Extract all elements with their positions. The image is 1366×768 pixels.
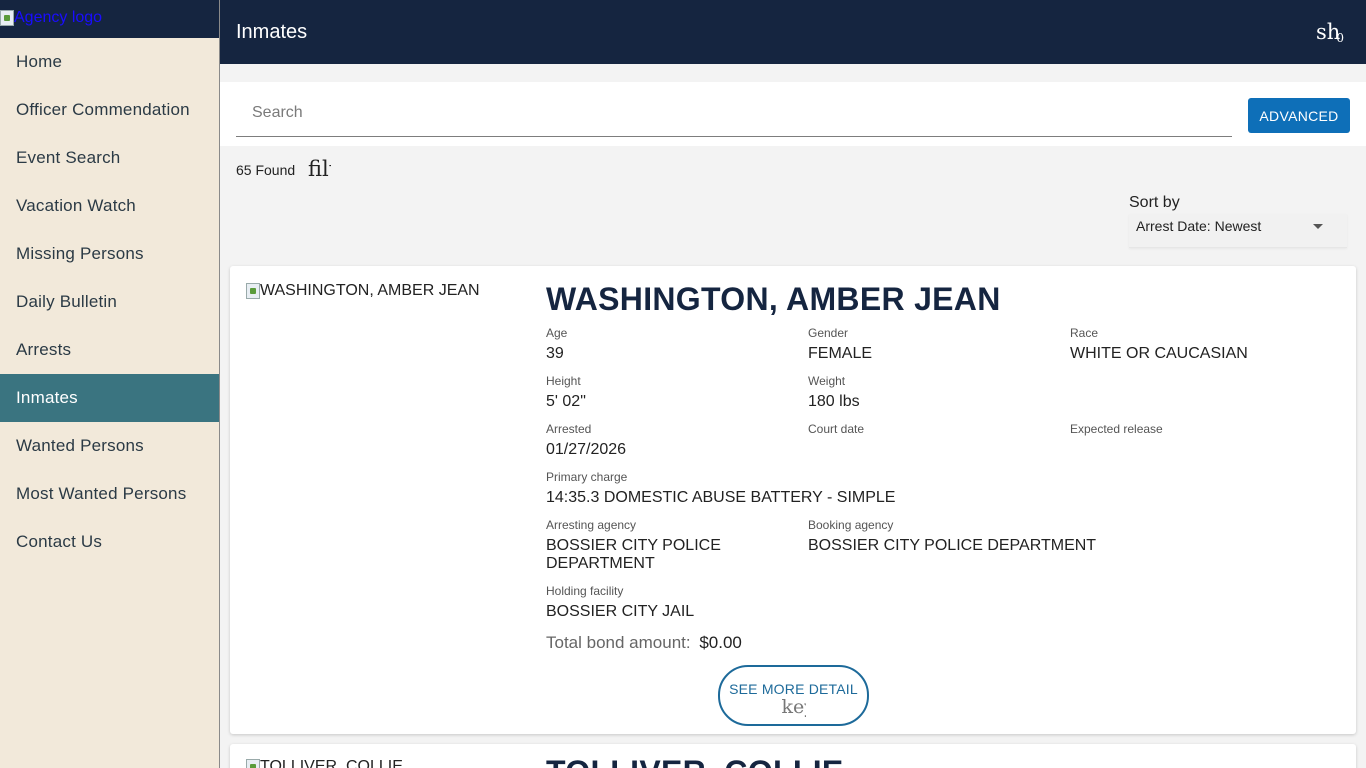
sidebar-item-missing-persons[interactable]: Missing Persons (0, 230, 219, 278)
filter-icon[interactable]: filter_list (308, 157, 331, 181)
booking-agency-value: BOSSIER CITY POLICE DEPARTMENT (808, 537, 1097, 554)
height-field: Height 5' 02" (546, 374, 796, 411)
sidebar-item-vacation-watch[interactable]: Vacation Watch (0, 182, 219, 230)
arrested-label: Arrested (546, 422, 592, 436)
expected-release-field: Expected release (1070, 422, 1320, 441)
primary-charge-label: Primary charge (546, 470, 628, 484)
inmate-photo-alt-text: TOLLIVER, COLLIE (260, 758, 403, 768)
total-bond-value: $0.00 (699, 633, 742, 652)
search-input[interactable] (236, 90, 1232, 137)
sidebar-item-contact-us[interactable]: Contact Us (0, 518, 219, 566)
weight-label: Weight (808, 374, 846, 388)
gender-label: Gender (808, 326, 849, 340)
top-bar: Inmates shopping_cart 0 (220, 0, 1366, 64)
age-label: Age (546, 326, 568, 340)
see-more-detail-label: SEE MORE DETAIL (729, 681, 858, 697)
booking-agency-field: Booking agency BOSSIER CITY POLICE DEPAR… (808, 518, 1228, 555)
broken-image-icon (246, 759, 260, 768)
race-field: Race WHITE OR CAUCASIAN (1070, 326, 1320, 363)
sidebar: Agency logo Home Officer Commendation Ev… (0, 0, 220, 768)
agency-logo-alt-text: Agency logo (14, 9, 103, 26)
total-bond-label: Total bond amount: (546, 633, 691, 652)
primary-charge-field: Primary charge 14:35.3 DOMESTIC ABUSE BA… (546, 470, 1246, 507)
sidebar-item-arrests[interactable]: Arrests (0, 326, 219, 374)
agency-logo[interactable]: Agency logo (0, 9, 102, 27)
height-label: Height (546, 374, 581, 388)
sort-selected-value: Arrest Date: Newest (1136, 218, 1262, 234)
arresting-agency-label: Arresting agency (546, 518, 637, 532)
booking-agency-label: Booking agency (808, 518, 894, 532)
sort-control: Sort by Arrest Date: Newest (1122, 192, 1348, 254)
race-label: Race (1070, 326, 1099, 340)
sidebar-item-event-search[interactable]: Event Search (0, 134, 219, 182)
sort-label: Sort by (1129, 194, 1180, 211)
gender-value: FEMALE (808, 345, 873, 362)
age-field: Age 39 (546, 326, 796, 363)
inmate-photo[interactable]: TOLLIVER, COLLIE (246, 758, 403, 768)
holding-facility-label: Holding facility (546, 584, 624, 598)
inmate-card: TOLLIVER, COLLIE TOLLIVER, COLLIE (230, 744, 1356, 768)
advanced-search-button[interactable]: ADVANCED (1248, 98, 1350, 133)
broken-image-icon (0, 10, 14, 26)
court-date-field: Court date (808, 422, 1058, 441)
results-count: 65 Found (236, 162, 296, 178)
sidebar-nav: Home Officer Commendation Event Search V… (0, 38, 219, 566)
inmate-photo-alt-text: WASHINGTON, AMBER JEAN (260, 282, 480, 299)
inmate-photo[interactable]: WASHINGTON, AMBER JEAN (246, 282, 480, 300)
logo-area[interactable]: Agency logo (0, 0, 219, 38)
sidebar-item-officer-commendation[interactable]: Officer Commendation (0, 86, 219, 134)
height-value: 5' 02" (546, 393, 586, 410)
sidebar-item-inmates[interactable]: Inmates (0, 374, 219, 422)
primary-charge-value: 14:35.3 DOMESTIC ABUSE BATTERY - SIMPLE (546, 489, 896, 506)
age-value: 39 (546, 345, 564, 362)
keyboard-arrow-down-icon: keyboard_arrow_down (781, 697, 806, 717)
weight-field: Weight 180 lbs (808, 374, 1058, 411)
weight-value: 180 lbs (808, 393, 860, 410)
arresting-agency-field: Arresting agency BOSSIER CITY POLICE DEP… (546, 518, 786, 573)
sidebar-item-daily-bulletin[interactable]: Daily Bulletin (0, 278, 219, 326)
inmate-card: WASHINGTON, AMBER JEAN WASHINGTON, AMBER… (230, 266, 1356, 734)
arresting-agency-value: BOSSIER CITY POLICE DEPARTMENT (546, 537, 721, 572)
expected-release-label: Expected release (1070, 422, 1163, 436)
broken-image-icon (246, 283, 260, 299)
race-value: WHITE OR CAUCASIAN (1070, 345, 1248, 362)
see-more-detail-button[interactable]: SEE MORE DETAIL keyboard_arrow_down (718, 665, 869, 726)
inmate-name: TOLLIVER, COLLIE (546, 754, 844, 768)
arrested-field: Arrested 01/27/2026 (546, 422, 796, 459)
holding-facility-field: Holding facility BOSSIER CITY JAIL (546, 584, 796, 621)
search-panel: ADVANCED (220, 82, 1366, 146)
gender-field: Gender FEMALE (808, 326, 1058, 363)
chevron-down-icon[interactable] (1313, 224, 1323, 229)
inmate-name: WASHINGTON, AMBER JEAN (546, 281, 1001, 317)
holding-facility-value: BOSSIER CITY JAIL (546, 603, 695, 620)
sidebar-item-wanted-persons[interactable]: Wanted Persons (0, 422, 219, 470)
court-date-label: Court date (808, 422, 865, 436)
sidebar-item-home[interactable]: Home (0, 38, 219, 86)
sidebar-item-most-wanted-persons[interactable]: Most Wanted Persons (0, 470, 219, 518)
arrested-value: 01/27/2026 (546, 441, 627, 458)
total-bond: Total bond amount: $0.00 (546, 633, 742, 653)
page-title: Inmates (236, 21, 308, 43)
cart-count-badge: 0 (1336, 31, 1344, 45)
